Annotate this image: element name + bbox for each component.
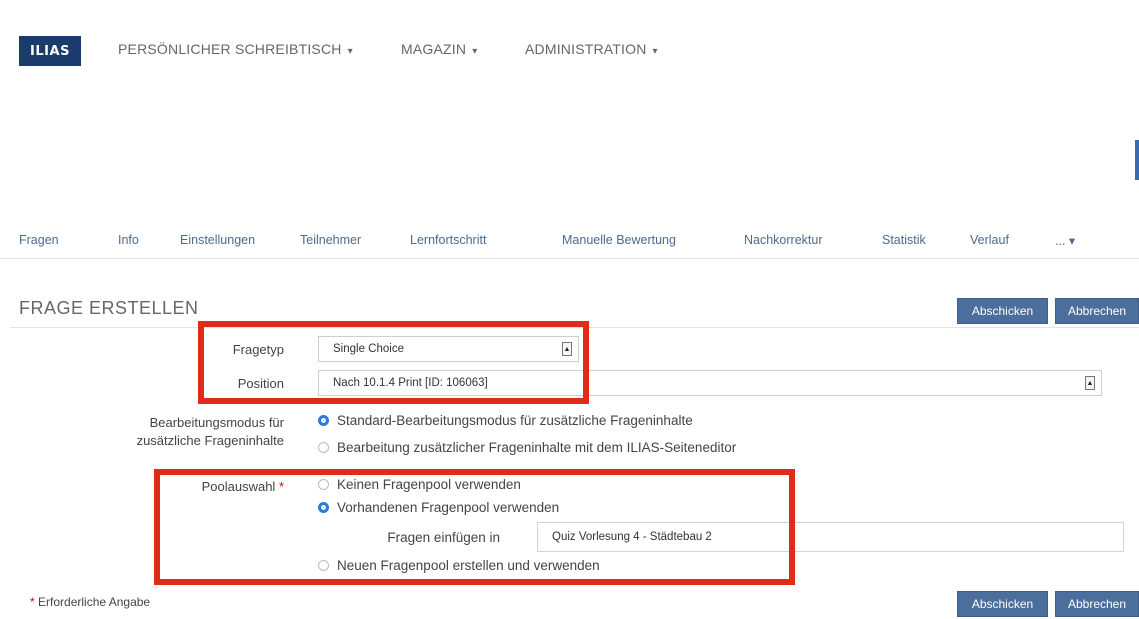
radio-unselected-icon[interactable] — [318, 442, 329, 453]
edge-strip — [1135, 140, 1139, 180]
tab-verlauf[interactable]: Verlauf — [970, 233, 1009, 247]
nav-personal-desktop[interactable]: PERSÖNLICHER SCHREIBTISCH ▾ — [118, 41, 353, 57]
tab-bar: Fragen Info Einstellungen Teilnehmer Ler… — [0, 228, 1139, 259]
nav-administration[interactable]: ADMINISTRATION ▾ — [525, 41, 658, 57]
radio-selected-icon[interactable] — [318, 415, 329, 426]
tab-manuelle-bewertung[interactable]: Manuelle Bewertung — [562, 233, 676, 247]
required-note-marker: * — [30, 595, 35, 609]
pool-label-text: Poolauswahl — [201, 479, 276, 494]
nav-administration-label: ADMINISTRATION — [525, 41, 647, 57]
required-note: * Erforderliche Angabe — [30, 595, 150, 609]
radio-unselected-icon[interactable] — [318, 479, 329, 490]
tab-nachkorrektur[interactable]: Nachkorrektur — [744, 233, 823, 247]
submit-button-top[interactable]: Abschicken — [957, 298, 1048, 324]
required-marker: * — [278, 479, 284, 494]
edit-mode-label: Bearbeitungsmodus für zusätzliche Fragen… — [50, 414, 284, 450]
tab-einstellungen[interactable]: Einstellungen — [180, 233, 255, 247]
select-arrow-icon: ▲ — [1085, 376, 1095, 390]
pool-label: Poolauswahl * — [150, 478, 284, 496]
position-label: Position — [237, 376, 284, 391]
top-bar: ILIAS PERSÖNLICHER SCHREIBTISCH ▾ MAGAZIN… — [0, 0, 1139, 95]
ilias-logo[interactable]: ILIAS — [19, 36, 81, 66]
select-arrow-icon: ▲ — [562, 342, 572, 356]
fragetyp-label: Fragetyp — [232, 342, 284, 357]
tab-statistik[interactable]: Statistik — [882, 233, 926, 247]
nav-personal-desktop-label: PERSÖNLICHER SCHREIBTISCH — [118, 41, 342, 57]
tab-fragen[interactable]: Fragen — [19, 233, 59, 247]
required-note-text: Erforderliche Angabe — [38, 595, 151, 609]
chevron-down-icon: ▾ — [472, 46, 478, 57]
fragetyp-value: Single Choice — [333, 343, 404, 355]
edit-mode-page-editor-label: Bearbeitung zusätzlicher Frageninhalte m… — [337, 440, 737, 455]
pool-none-label: Keinen Fragenpool verwenden — [337, 477, 521, 492]
edit-mode-standard-option[interactable]: Standard-Bearbeitungsmodus für zusätzlic… — [318, 413, 693, 428]
form-divider — [10, 327, 1139, 328]
pool-existing-option[interactable]: Vorhandenen Fragenpool verwenden — [318, 500, 559, 515]
tab-lernfortschritt[interactable]: Lernfortschritt — [410, 233, 486, 247]
insert-into-label: Fragen einfügen in — [387, 530, 500, 545]
pool-none-option[interactable]: Keinen Fragenpool verwenden — [318, 477, 521, 492]
position-select[interactable]: Nach 10.1.4 Print [ID: 106063] ▲ — [318, 370, 1102, 396]
tab-more[interactable]: ... ▾ — [1055, 233, 1075, 248]
pool-new-label: Neuen Fragenpool erstellen und verwenden — [337, 558, 600, 573]
pool-existing-label: Vorhandenen Fragenpool verwenden — [337, 500, 560, 515]
edit-mode-label-line1: Bearbeitungsmodus für — [149, 415, 284, 430]
tab-teilnehmer[interactable]: Teilnehmer — [300, 233, 361, 247]
cancel-button-top[interactable]: Abbrechen — [1055, 298, 1139, 324]
cancel-button-bottom[interactable]: Abbrechen — [1055, 591, 1139, 617]
submit-button-bottom[interactable]: Abschicken — [957, 591, 1048, 617]
chevron-down-icon: ▾ — [347, 46, 353, 57]
position-value: Nach 10.1.4 Print [ID: 106063] — [333, 377, 488, 389]
nav-magazin-label: MAGAZIN — [401, 41, 467, 57]
page-title: FRAGE ERSTELLEN — [19, 298, 199, 318]
fragetyp-select[interactable]: Single Choice ▲ — [318, 336, 579, 362]
pool-target-value: Quiz Vorlesung 4 - Städtebau 2 — [552, 531, 712, 543]
edit-mode-standard-label: Standard-Bearbeitungsmodus für zusätzlic… — [337, 413, 693, 428]
nav-magazin[interactable]: MAGAZIN ▾ — [401, 41, 477, 57]
radio-selected-icon[interactable] — [318, 502, 329, 513]
tab-info[interactable]: Info — [118, 233, 139, 247]
edit-mode-label-line2: zusätzliche Frageninhalte — [136, 433, 284, 448]
pool-new-option[interactable]: Neuen Fragenpool erstellen und verwenden — [318, 558, 600, 573]
edit-mode-page-editor-option[interactable]: Bearbeitung zusätzlicher Frageninhalte m… — [318, 440, 736, 455]
chevron-down-icon: ▾ — [652, 46, 658, 57]
pool-target-input[interactable]: Quiz Vorlesung 4 - Städtebau 2 — [537, 522, 1124, 552]
radio-unselected-icon[interactable] — [318, 560, 329, 571]
